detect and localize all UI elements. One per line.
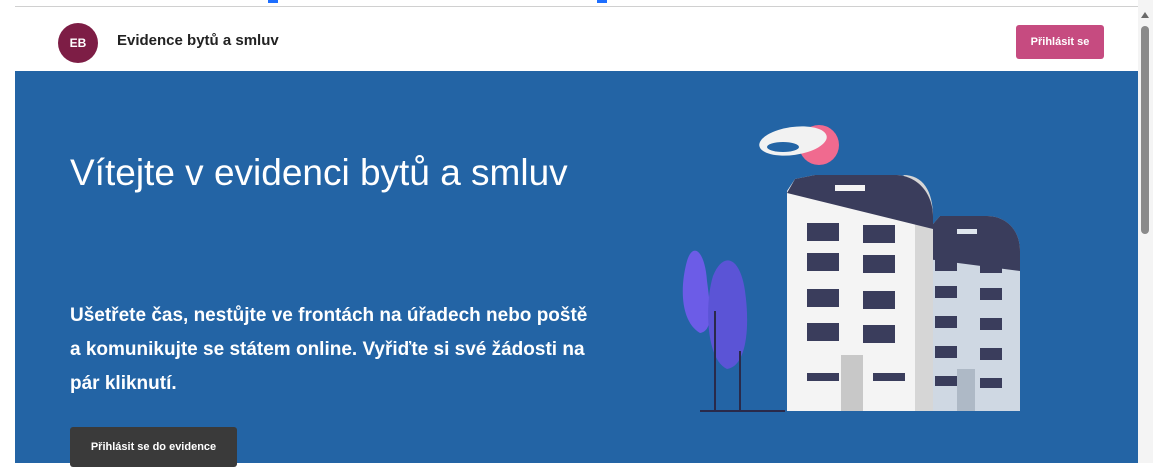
hero-title: Vítejte v evidenci bytů a smluv	[70, 152, 568, 193]
hero-description: Ušetřete čas, nestůjte ve frontách na úř…	[70, 305, 588, 394]
avatar: EB	[58, 23, 98, 63]
app-title: Evidence bytů a smluv	[117, 32, 279, 49]
top-marker-right	[597, 0, 607, 3]
scroll-thumb[interactable]	[1141, 26, 1149, 234]
apartment-buildings-illustration	[682, 125, 1020, 412]
login-to-evidence-button[interactable]: Přihlásit se do evidence	[70, 427, 237, 467]
scroll-up-arrow-icon[interactable]	[1141, 12, 1149, 18]
page-scrollbar[interactable]	[1138, 0, 1153, 463]
app-header: EB Evidence bytů a smluv Přihlásit se	[15, 7, 1138, 71]
login-button[interactable]: Přihlásit se	[1016, 25, 1104, 59]
hero-section: Vítejte v evidenci bytů a smluv Ušetřete…	[15, 71, 1138, 467]
top-marker-left	[268, 0, 278, 3]
